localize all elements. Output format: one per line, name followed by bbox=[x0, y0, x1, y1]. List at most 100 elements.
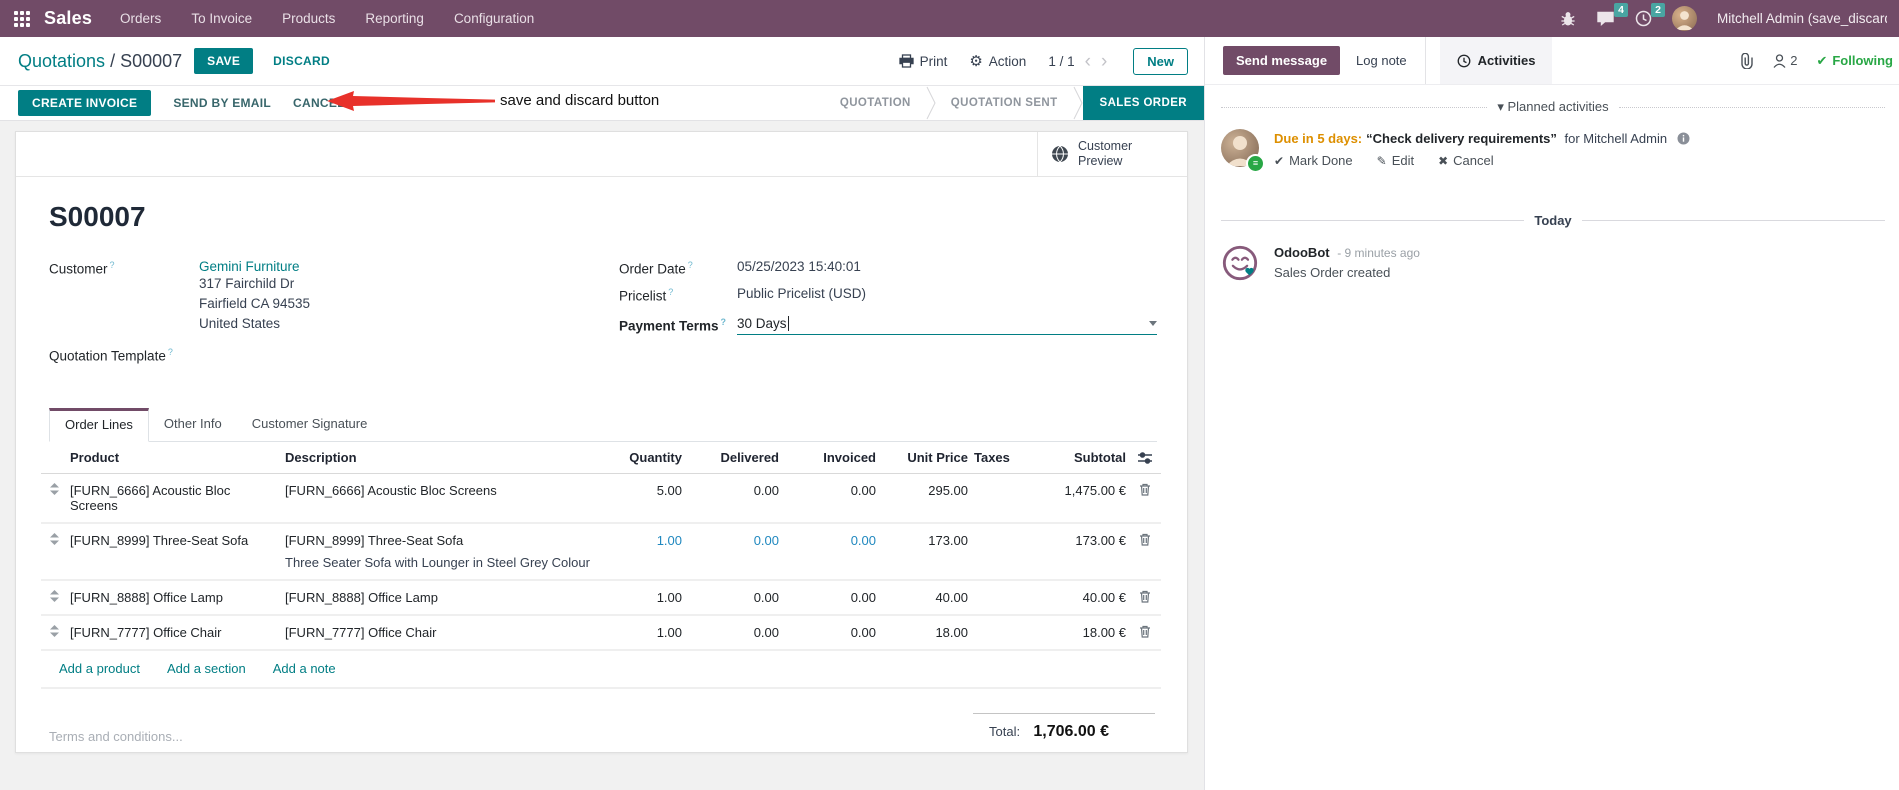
info-icon[interactable] bbox=[1677, 132, 1690, 145]
discard-button[interactable]: DISCARD bbox=[273, 54, 330, 68]
order-lines-table: Product Description Quantity Delivered I… bbox=[41, 442, 1161, 689]
cell-quantity[interactable]: 1.00 bbox=[599, 616, 685, 649]
tab-other-info[interactable]: Other Info bbox=[149, 408, 237, 442]
order-sheet: Customer Preview S00007 Customer? Gemini… bbox=[15, 131, 1188, 753]
user-avatar[interactable] bbox=[1672, 6, 1697, 31]
followers-button[interactable]: 2 bbox=[1773, 53, 1797, 68]
drag-handle-icon[interactable] bbox=[41, 581, 67, 611]
cell-taxes[interactable] bbox=[971, 581, 1051, 599]
pager-next-icon[interactable]: › bbox=[1101, 52, 1107, 71]
planned-activities-toggle[interactable]: ▾ Planned activities bbox=[1497, 99, 1608, 115]
user-menu[interactable]: Mitchell Admin (save_discard bbox=[1717, 11, 1887, 26]
state-sales-order[interactable]: SALES ORDER bbox=[1082, 86, 1204, 120]
cancel-button[interactable]: CANCEL bbox=[293, 96, 345, 110]
breadcrumb-quotations-link[interactable]: Quotations bbox=[18, 51, 105, 71]
dropdown-caret-icon[interactable] bbox=[1149, 321, 1157, 326]
cell-delivered[interactable]: 0.00 bbox=[685, 474, 782, 507]
form-content-area: Customer Preview S00007 Customer? Gemini… bbox=[0, 121, 1204, 790]
cell-delivered[interactable]: 0.00 bbox=[685, 616, 782, 649]
menu-to-invoice[interactable]: To Invoice bbox=[191, 11, 252, 26]
cell-quantity[interactable]: 1.00 bbox=[599, 581, 685, 614]
action-menu[interactable]: ⚙ Action bbox=[969, 52, 1026, 70]
cell-delivered[interactable]: 0.00 bbox=[685, 524, 782, 557]
attachments-paperclip-icon[interactable] bbox=[1740, 52, 1754, 69]
terms-and-conditions-input[interactable]: Terms and conditions... bbox=[49, 729, 183, 744]
mark-done-button[interactable]: ✔ Mark Done bbox=[1274, 153, 1353, 168]
statusbar-buttons: CREATE INVOICE SEND BY EMAIL CANCEL bbox=[0, 86, 345, 120]
message-author[interactable]: OdooBot bbox=[1274, 245, 1330, 260]
menu-configuration[interactable]: Configuration bbox=[454, 11, 534, 26]
cell-taxes[interactable] bbox=[971, 474, 1051, 492]
drag-handle-icon[interactable] bbox=[41, 524, 67, 554]
delete-row-icon[interactable] bbox=[1129, 524, 1161, 555]
cell-invoiced[interactable]: 0.00 bbox=[782, 616, 879, 649]
cancel-activity-button[interactable]: ✖ Cancel bbox=[1438, 153, 1494, 168]
order-date-value[interactable]: 05/25/2023 15:40:01 bbox=[737, 259, 861, 277]
cell-product[interactable]: [FURN_8888] Office Lamp bbox=[67, 581, 282, 614]
drag-handle-icon[interactable] bbox=[41, 616, 67, 646]
log-note-button[interactable]: Log note bbox=[1356, 53, 1407, 68]
cell-product[interactable]: [FURN_6666] Acoustic Bloc Screens bbox=[67, 474, 282, 522]
cell-delivered[interactable]: 0.00 bbox=[685, 581, 782, 614]
customer-link[interactable]: Gemini Furniture bbox=[199, 259, 300, 274]
debug-bug-icon[interactable] bbox=[1560, 11, 1576, 27]
cell-product[interactable]: [FURN_8999] Three-Seat Sofa bbox=[67, 524, 282, 557]
add-a-note-link[interactable]: Add a note bbox=[273, 661, 336, 676]
quotation-template-field[interactable]: Quotation Template? bbox=[49, 346, 619, 364]
person-icon bbox=[1773, 53, 1786, 68]
delete-row-icon[interactable] bbox=[1129, 581, 1161, 612]
cell-description[interactable]: [FURN_7777] Office Chair bbox=[282, 616, 599, 649]
menu-products[interactable]: Products bbox=[282, 11, 335, 26]
send-message-button[interactable]: Send message bbox=[1223, 46, 1341, 75]
payment-terms-input[interactable]: 30 Days bbox=[737, 316, 1157, 335]
activity-summary-line: Due in 5 days: “Check delivery requiremen… bbox=[1274, 131, 1690, 146]
delete-row-icon[interactable] bbox=[1129, 616, 1161, 647]
drag-handle-icon[interactable] bbox=[41, 474, 67, 504]
cell-taxes[interactable] bbox=[971, 524, 1051, 542]
activities-button[interactable]: Activities bbox=[1439, 37, 1553, 84]
menu-reporting[interactable]: Reporting bbox=[365, 11, 424, 26]
menu-orders[interactable]: Orders bbox=[120, 11, 161, 26]
total-value: 1,706.00 € bbox=[1033, 722, 1109, 740]
top-navbar: Sales Orders To Invoice Products Reporti… bbox=[0, 0, 1899, 37]
cell-quantity[interactable]: 1.00 bbox=[599, 524, 685, 557]
add-a-product-link[interactable]: Add a product bbox=[59, 661, 140, 676]
save-button[interactable]: SAVE bbox=[194, 48, 254, 74]
messages-icon[interactable]: 4 bbox=[1596, 3, 1628, 27]
add-a-section-link[interactable]: Add a section bbox=[167, 661, 246, 676]
optional-columns-icon[interactable] bbox=[1129, 442, 1161, 472]
cell-unit-price[interactable]: 18.00 bbox=[879, 616, 971, 649]
new-button[interactable]: New bbox=[1133, 47, 1188, 75]
print-menu[interactable]: Print bbox=[898, 54, 947, 69]
col-header-unit-price: Unit Price bbox=[907, 449, 968, 465]
tab-order-lines[interactable]: Order Lines bbox=[49, 407, 149, 442]
cell-unit-price[interactable]: 40.00 bbox=[879, 581, 971, 614]
cell-invoiced[interactable]: 0.00 bbox=[782, 474, 879, 507]
cell-quantity[interactable]: 5.00 bbox=[599, 474, 685, 507]
cell-unit-price[interactable]: 295.00 bbox=[879, 474, 971, 507]
activities-count-badge: 2 bbox=[1651, 3, 1665, 17]
cell-unit-price[interactable]: 173.00 bbox=[879, 524, 971, 557]
tab-customer-signature[interactable]: Customer Signature bbox=[237, 408, 383, 442]
cell-taxes[interactable] bbox=[971, 616, 1051, 634]
send-by-email-button[interactable]: SEND BY EMAIL bbox=[173, 96, 271, 110]
control-panel-actions: Print ⚙ Action 1 / 1 ‹ › New bbox=[898, 47, 1188, 75]
following-button[interactable]: ✔ Following bbox=[1816, 53, 1893, 69]
pricelist-value[interactable]: Public Pricelist (USD) bbox=[737, 286, 866, 304]
cell-description[interactable]: [FURN_6666] Acoustic Bloc Screens bbox=[282, 474, 599, 507]
state-quotation[interactable]: QUOTATION bbox=[825, 86, 926, 120]
cell-invoiced[interactable]: 0.00 bbox=[782, 581, 879, 614]
state-quotation-sent[interactable]: QUOTATION SENT bbox=[936, 86, 1073, 120]
cell-description[interactable]: [FURN_8999] Three-Seat Sofa Three Seater… bbox=[282, 524, 599, 579]
cell-product[interactable]: [FURN_7777] Office Chair bbox=[67, 616, 282, 649]
activities-clock-icon[interactable]: 2 bbox=[1635, 3, 1665, 27]
cell-description[interactable]: [FURN_8888] Office Lamp bbox=[282, 581, 599, 614]
pager-previous-icon[interactable]: ‹ bbox=[1085, 52, 1091, 71]
customer-preview-button[interactable]: Customer Preview bbox=[1037, 132, 1187, 176]
app-brand[interactable]: Sales bbox=[44, 8, 92, 29]
apps-menu-icon[interactable] bbox=[14, 10, 30, 27]
create-invoice-button[interactable]: CREATE INVOICE bbox=[18, 90, 152, 116]
cell-invoiced[interactable]: 0.00 bbox=[782, 524, 879, 557]
delete-row-icon[interactable] bbox=[1129, 474, 1161, 505]
edit-activity-button[interactable]: ✎ Edit bbox=[1377, 153, 1414, 168]
